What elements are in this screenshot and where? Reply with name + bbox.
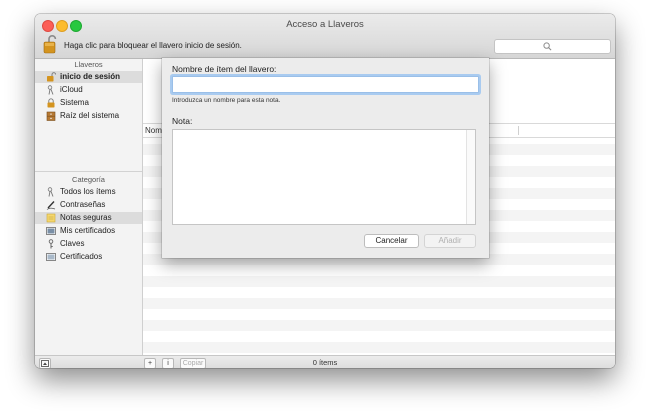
sidebar-item-label: Certificados (60, 252, 103, 261)
new-secure-note-dialog: Nombre de ítem del llavero: Introduzca u… (162, 58, 489, 258)
sidebar-item-system[interactable]: Sistema (35, 97, 142, 109)
item-name-field[interactable] (172, 76, 479, 93)
table-row (143, 298, 615, 309)
pen-icon (46, 201, 56, 210)
window-title: Acceso a Llaveros (286, 19, 364, 30)
item-count: 0 ítems (312, 358, 338, 367)
cabinet-icon (46, 111, 56, 121)
lock-open-icon[interactable] (43, 34, 57, 54)
table-row (143, 320, 615, 331)
sidebar-item-system-roots[interactable]: Raíz del sistema (35, 110, 142, 122)
keychains-header: Llaveros (74, 60, 103, 69)
keychain-icon (47, 187, 54, 197)
sidebar-item-secure-notes[interactable]: Notas seguras (35, 212, 142, 224)
sidebar-item-label: Raíz del sistema (60, 111, 120, 120)
key-icon (48, 239, 54, 249)
note-icon (46, 213, 56, 223)
note-textarea[interactable] (172, 129, 476, 225)
note-scrollbar[interactable] (466, 130, 475, 224)
sidebar-item-label: Mis certificados (60, 226, 116, 235)
certificate-icon (46, 253, 56, 261)
lock-instruction: Haga clic para bloquear el llavero inici… (64, 41, 242, 50)
sidebar-divider (35, 171, 142, 172)
sidebar-item-login[interactable]: inicio de sesión (35, 71, 142, 83)
sidebar-item-label: Notas seguras (60, 213, 112, 222)
name-field-label: Nombre de ítem del llavero: (172, 64, 277, 74)
sidebar-item-passwords[interactable]: Contraseñas (35, 199, 142, 211)
category-header: Categoría (72, 175, 105, 184)
sidebar-item-all-items[interactable]: Todos los ítems (35, 186, 142, 198)
sidebar-item-label: Sistema (60, 98, 89, 107)
sidebar-item-certificates[interactable]: Certificados (35, 251, 142, 263)
keychain-icon (47, 85, 54, 95)
sidebar-item-label: iCloud (60, 85, 83, 94)
certificate-icon (46, 227, 56, 235)
sidebar-item-label: Todos los ítems (60, 187, 116, 196)
lock-icon (47, 98, 55, 108)
add-button[interactable]: Añadir (424, 234, 476, 248)
sidebar-item-label: Contraseñas (60, 200, 106, 209)
name-field-hint: Introduzca un nombre para esta nota. (172, 97, 281, 104)
sidebar-item-keys[interactable]: Claves (35, 238, 142, 250)
bottom-bar: + i Copiar 0 ítems (35, 355, 615, 368)
search-icon (543, 42, 552, 51)
table-row (143, 342, 615, 353)
sidebar-item-label: Claves (60, 239, 85, 248)
column-separator (518, 126, 519, 135)
cancel-button[interactable]: Cancelar (364, 234, 419, 248)
sidebar: Llaveros inicio de sesión iCloud Sistema (35, 59, 143, 355)
lock-open-icon (47, 72, 56, 82)
note-field-label: Nota: (172, 116, 193, 126)
search-input[interactable] (494, 39, 611, 54)
sidebar-item-icloud[interactable]: iCloud (35, 84, 142, 96)
table-row (143, 276, 615, 287)
title-bar: Acceso a Llaveros Haga clic para bloquea… (35, 14, 615, 59)
sidebar-item-label: inicio de sesión (60, 72, 121, 81)
sidebar-item-my-certificates[interactable]: Mis certificados (35, 225, 142, 237)
